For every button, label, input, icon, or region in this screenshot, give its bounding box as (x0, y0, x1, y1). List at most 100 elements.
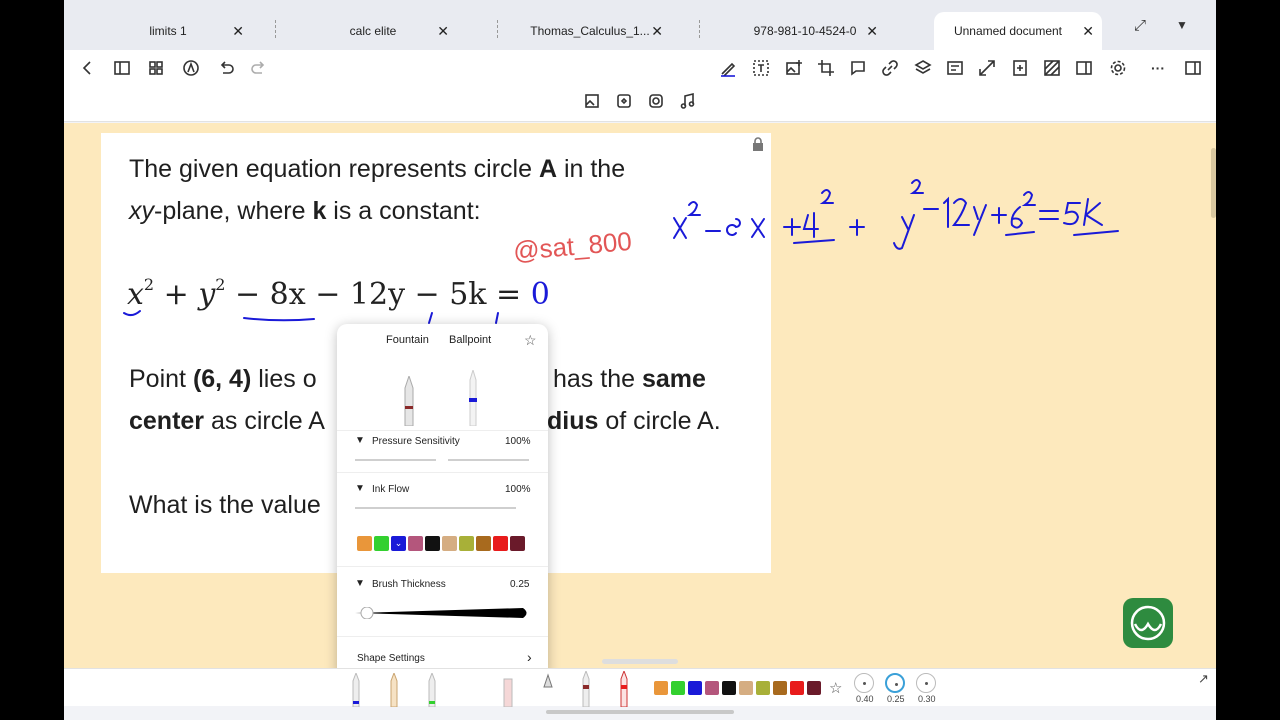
thickness-collapse-icon[interactable]: ▼ (355, 578, 365, 589)
pressure-sensitivity-value: 100% (505, 436, 531, 447)
tray-color-swatch[interactable] (671, 681, 685, 695)
size-option-0-25[interactable] (885, 673, 905, 693)
inkflow-collapse-icon[interactable]: ▼ (355, 483, 365, 494)
tab-close-icon[interactable]: ✕ (437, 23, 449, 40)
fountain-tab[interactable]: Fountain (386, 334, 429, 346)
app-logo-icon[interactable] (1123, 598, 1173, 648)
tab-thomas-calculus[interactable]: Thomas_Calculus_1... ✕ (509, 12, 671, 50)
camera-icon[interactable] (646, 91, 666, 111)
ink-flow-label: Ink Flow (372, 484, 410, 495)
shape-settings-label[interactable]: Shape Settings (357, 653, 425, 664)
pattern-icon[interactable] (1042, 58, 1062, 78)
redo-icon[interactable] (249, 58, 269, 78)
add-page-icon[interactable] (1010, 58, 1030, 78)
app-window: limits 1 ✕ calc elite ✕ Thomas_Calculus_… (64, 0, 1216, 720)
pen-settings-popover: Fountain Ballpoint ☆ ▼ Pressure Sensitiv… (337, 324, 548, 682)
tab-limits-1[interactable]: limits 1 ✕ (84, 12, 252, 50)
color-swatch[interactable] (357, 536, 372, 551)
collapse-tray-icon[interactable]: ↗ (1198, 671, 1209, 687)
divider (337, 636, 548, 637)
tray-favorite-star-icon[interactable]: ☆ (829, 679, 842, 697)
chevron-right-icon[interactable]: › (527, 649, 532, 665)
eraser-icon[interactable] (498, 673, 518, 707)
color-swatch[interactable] (459, 536, 474, 551)
color-swatch[interactable] (476, 536, 491, 551)
tray-color-swatch[interactable] (688, 681, 702, 695)
text-tool-icon[interactable] (751, 58, 771, 78)
pressure-slider-left[interactable] (355, 459, 436, 461)
ink-flow-slider[interactable] (355, 507, 516, 509)
size-label: 0.40 (856, 694, 874, 704)
color-swatch[interactable] (374, 536, 389, 551)
size-option-0-40[interactable] (854, 673, 874, 693)
ballpoint-pen-preview-icon[interactable] (463, 370, 483, 426)
brush-thickness-value: 0.25 (510, 579, 530, 590)
color-swatch[interactable] (442, 536, 457, 551)
grid-view-icon[interactable] (146, 58, 166, 78)
image-add-icon[interactable] (784, 58, 804, 78)
tray-color-swatch[interactable] (807, 681, 821, 695)
favorite-star-icon[interactable]: ☆ (524, 332, 537, 349)
sidebar-toggle-icon[interactable] (112, 58, 132, 78)
color-swatch[interactable] (510, 536, 525, 551)
pressure-slider-right[interactable] (448, 459, 529, 461)
color-swatch[interactable] (408, 536, 423, 551)
undo-icon[interactable] (216, 58, 236, 78)
chevron-down-icon[interactable]: ▼ (1176, 18, 1188, 32)
handwritten-annotations[interactable] (64, 123, 1216, 668)
brush-thickness-label: Brush Thickness (372, 579, 446, 590)
tray-color-palette (654, 669, 830, 707)
tab-isbn-document[interactable]: 978-981-10-4524-0 ✕ (724, 12, 886, 50)
size-option-0-30[interactable] (916, 673, 936, 693)
tab-close-icon[interactable]: ✕ (1082, 23, 1094, 40)
back-icon[interactable] (78, 58, 98, 78)
tray-color-swatch[interactable] (756, 681, 770, 695)
tray-color-swatch[interactable] (790, 681, 804, 695)
document-canvas[interactable]: The given equation represents circle A i… (64, 123, 1216, 668)
tab-calc-elite[interactable]: calc elite ✕ (289, 12, 457, 50)
brush-icon[interactable] (614, 671, 634, 707)
tab-bar: limits 1 ✕ calc elite ✕ Thomas_Calculus_… (64, 0, 1216, 50)
brush-thickness-slider[interactable] (355, 607, 530, 619)
right-panel-icon[interactable] (1183, 58, 1203, 78)
pencil-icon[interactable] (384, 673, 404, 707)
tab-close-icon[interactable]: ✕ (866, 23, 878, 40)
ballpoint-tab[interactable]: Ballpoint (449, 334, 491, 346)
crop-icon[interactable] (816, 58, 836, 78)
lasso-icon[interactable] (538, 673, 558, 707)
tray-color-swatch[interactable] (705, 681, 719, 695)
audio-icon[interactable] (678, 91, 698, 111)
pen-icon[interactable] (346, 673, 366, 707)
comment-icon[interactable] (848, 58, 868, 78)
link-icon[interactable] (880, 58, 900, 78)
pressure-collapse-icon[interactable]: ▼ (355, 435, 365, 446)
marker-icon[interactable] (576, 671, 596, 707)
tab-unnamed-document[interactable]: Unnamed document ✕ (934, 12, 1102, 50)
tray-color-swatch[interactable] (654, 681, 668, 695)
ocr-icon[interactable] (945, 58, 965, 78)
color-swatch[interactable] (493, 536, 508, 551)
home-indicator[interactable] (546, 710, 734, 714)
layers-icon[interactable] (913, 58, 933, 78)
drag-handle[interactable] (602, 659, 678, 664)
tab-close-icon[interactable]: ✕ (232, 23, 244, 40)
pen-mode-icon[interactable] (181, 58, 201, 78)
expand-icon[interactable]: ⤢ (1134, 17, 1146, 34)
fullscreen-icon[interactable] (977, 58, 997, 78)
settings-icon[interactable] (1108, 58, 1128, 78)
color-swatch[interactable] (425, 536, 440, 551)
pen-tray: ☆ 0.40 0.25 0.30 ↗ (64, 668, 1216, 707)
fountain-pen-preview-icon[interactable] (399, 376, 419, 426)
size-label: 0.30 (918, 694, 936, 704)
split-view-icon[interactable] (1074, 58, 1094, 78)
highlighter-icon[interactable] (422, 673, 442, 707)
color-swatch[interactable]: ⌄ (391, 536, 406, 551)
pen-tool-icon[interactable] (718, 58, 738, 78)
more-icon[interactable]: ··· (1148, 58, 1168, 78)
image-icon[interactable] (582, 91, 602, 111)
sticker-icon[interactable] (614, 91, 634, 111)
tab-close-icon[interactable]: ✕ (651, 23, 663, 40)
tray-color-swatch[interactable] (773, 681, 787, 695)
tray-color-swatch[interactable] (739, 681, 753, 695)
tray-color-swatch[interactable] (722, 681, 736, 695)
